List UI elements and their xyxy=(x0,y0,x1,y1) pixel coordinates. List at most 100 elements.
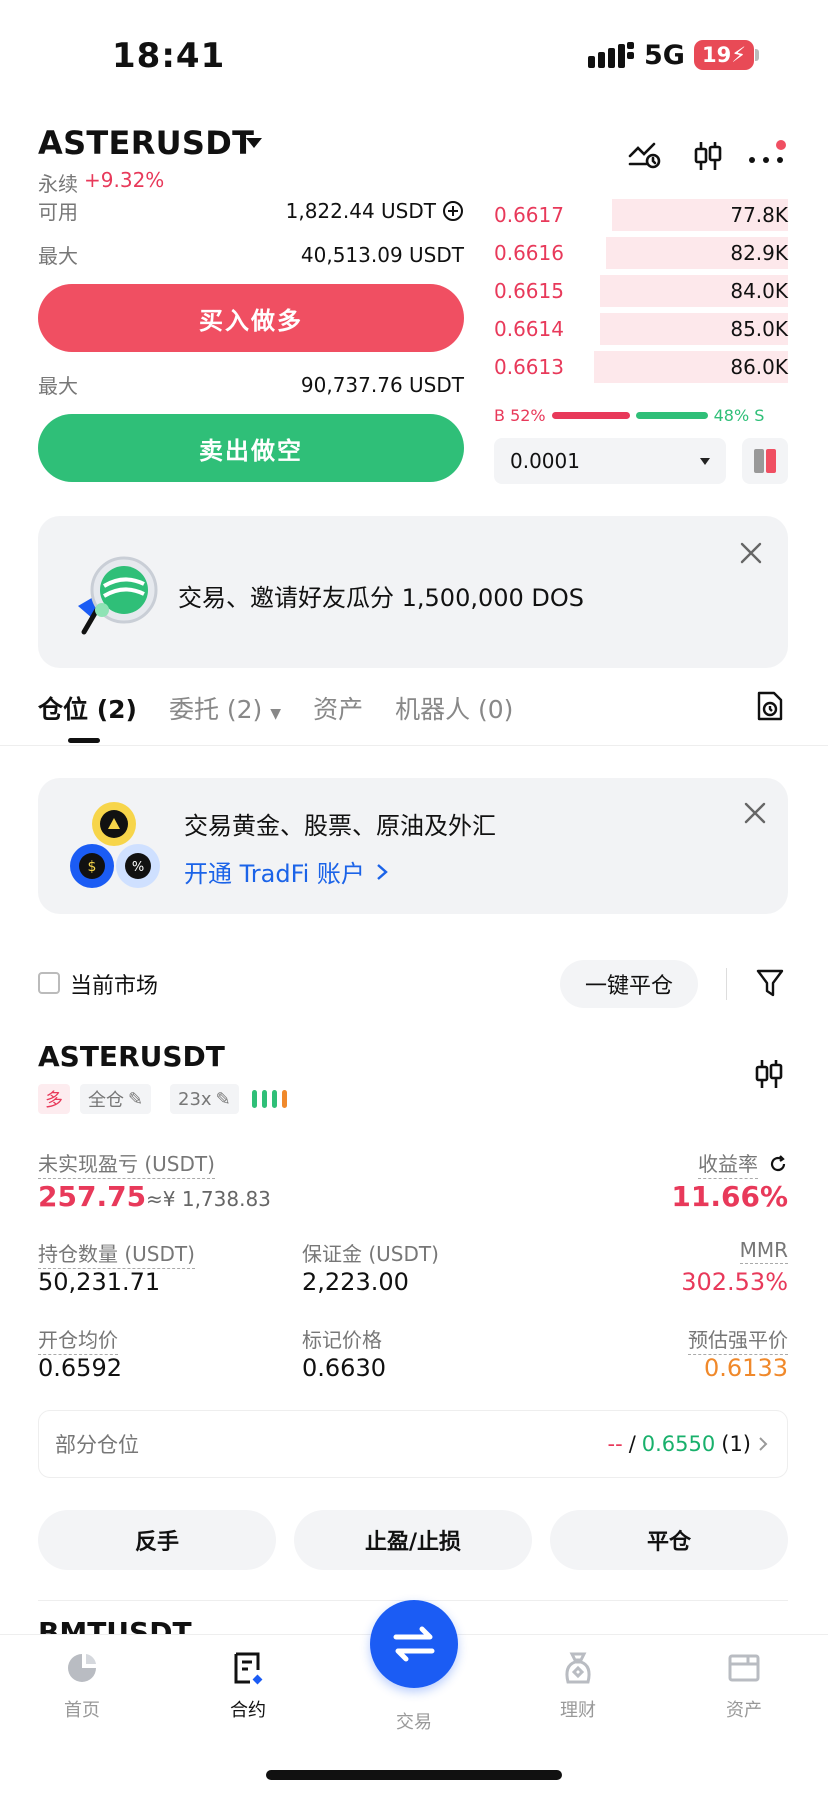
ask-price: 0.6615 xyxy=(494,279,564,303)
history-icon[interactable] xyxy=(756,690,784,722)
tpsl-button[interactable]: 止盈/止损 xyxy=(294,1510,532,1570)
orderbook-ask-row[interactable]: 0.6616 82.9K xyxy=(494,235,788,271)
symbol-selector[interactable]: ASTERUSDT xyxy=(38,124,254,162)
chevron-right-icon xyxy=(377,863,388,880)
orderbook-ask-row[interactable]: 0.6615 84.0K xyxy=(494,273,788,309)
mark-price-value: 0.6630 xyxy=(302,1354,386,1382)
symbol-subline: 永续 +9.32% xyxy=(38,168,164,197)
signal-icon xyxy=(588,42,634,68)
partial-position-label: 部分仓位 xyxy=(55,1433,139,1457)
layout-icon-right xyxy=(766,449,776,473)
liq-price-label[interactable]: 预估强平价 xyxy=(688,1324,788,1355)
ask-quantity: 85.0K xyxy=(730,317,788,341)
upnl-label[interactable]: 未实现盈亏 (USDT) xyxy=(38,1148,215,1179)
layout-icon-left xyxy=(754,449,764,473)
upnl-cny: ≈¥ 1,738.83 xyxy=(146,1187,271,1211)
roe-value: 11.66% xyxy=(671,1180,788,1213)
buy-long-button[interactable]: 买入做多 xyxy=(38,284,464,352)
ask-quantity: 84.0K xyxy=(730,279,788,303)
buy-ratio-label: B 52% xyxy=(494,405,546,425)
risk-level-indicator xyxy=(252,1090,287,1108)
status-time: 18:41 xyxy=(112,36,226,76)
more-icon[interactable] xyxy=(748,152,788,166)
margin-mode-badge[interactable]: 全仓 ✎ xyxy=(80,1084,152,1114)
precision-select[interactable]: 0.0001 xyxy=(494,438,726,484)
ask-price: 0.6614 xyxy=(494,317,564,341)
roe-label[interactable]: 收益率 xyxy=(698,1148,758,1179)
nav-trade-label[interactable]: 交易 xyxy=(364,1708,464,1734)
add-funds-icon[interactable] xyxy=(442,200,464,222)
orderbook-ask-row[interactable]: 0.6614 85.0K xyxy=(494,311,788,347)
mark-price-label: 标记价格 xyxy=(302,1328,382,1352)
tradfi-coins-icon: $ % xyxy=(68,800,164,896)
tabs-divider xyxy=(0,745,828,746)
tab-bots[interactable]: 机器人 (0) xyxy=(395,690,513,726)
leverage-badge[interactable]: 23x ✎ xyxy=(170,1084,239,1114)
partial-position-row[interactable]: 部分仓位 -- / 0.6550 (1) xyxy=(38,1410,788,1478)
promo-magnifier-icon xyxy=(72,548,164,640)
nav-contract[interactable]: 合约 xyxy=(198,1650,298,1722)
edit-icon: ✎ xyxy=(215,1088,231,1110)
close-icon[interactable] xyxy=(742,800,768,826)
filter-icon[interactable] xyxy=(756,968,784,998)
position-symbol[interactable]: ASTERUSDT xyxy=(38,1040,225,1073)
candlestick-chart-icon[interactable] xyxy=(754,1058,784,1090)
svg-text:%: % xyxy=(132,860,144,875)
ask-quantity: 82.9K xyxy=(730,241,788,265)
margin-label: 保证金 (USDT) xyxy=(302,1242,439,1266)
current-market-checkbox[interactable] xyxy=(38,972,60,994)
sell-short-button[interactable]: 卖出做空 xyxy=(38,414,464,482)
tradfi-title: 交易黄金、股票、原油及外汇 xyxy=(184,812,496,840)
sell-ratio-label: 48% S xyxy=(713,405,765,425)
orderbook-ask-row[interactable]: 0.6617 77.8K xyxy=(494,197,788,233)
close-icon[interactable] xyxy=(738,540,764,566)
ask-quantity: 86.0K xyxy=(730,355,788,379)
tab-orders[interactable]: 委托 (2) ▼ xyxy=(169,690,281,726)
max-sell-value: 90,737.76 USDT xyxy=(300,372,464,397)
max-buy-value: 40,513.09 USDT xyxy=(300,242,464,267)
nav-home[interactable]: 首页 xyxy=(32,1650,132,1722)
mmr-label[interactable]: MMR xyxy=(739,1238,788,1264)
available-row: 可用 1,822.44 USDT xyxy=(38,196,464,225)
available-value: 1,822.44 USDT xyxy=(285,198,436,223)
entry-price-label[interactable]: 开仓均价 xyxy=(38,1324,118,1355)
symbol-dropdown-icon[interactable] xyxy=(246,138,262,148)
buy-ratio-bar xyxy=(551,411,630,419)
edit-icon: ✎ xyxy=(128,1088,144,1110)
margin-value: 2,223.00 xyxy=(302,1268,409,1296)
contract-icon xyxy=(234,1652,263,1685)
filter-divider xyxy=(726,968,727,1000)
tab-positions[interactable]: 仓位 (2) xyxy=(38,690,137,726)
current-market-label: 当前市场 xyxy=(70,974,159,999)
svg-text:$: $ xyxy=(88,859,97,875)
buy-sell-ratio: B 52% 48% S xyxy=(494,404,788,426)
chevron-down-icon: ▼ xyxy=(270,706,282,722)
trade-fab-button[interactable] xyxy=(370,1600,458,1688)
close-position-button[interactable]: 平仓 xyxy=(550,1510,788,1570)
liq-price-value: 0.6133 xyxy=(704,1354,788,1382)
price-change: +9.32% xyxy=(84,168,165,192)
ask-price: 0.6616 xyxy=(494,241,564,265)
nav-finance[interactable]: 理财 xyxy=(528,1650,628,1722)
tab-assets[interactable]: 资产 xyxy=(313,690,363,726)
side-badge: 多 xyxy=(38,1084,70,1114)
size-value: 50,231.71 xyxy=(38,1268,161,1296)
open-tradfi-link[interactable]: 开通 TradFi 账户 xyxy=(184,854,389,889)
position-tabs: 仓位 (2) 委托 (2) ▼ 资产 机器人 (0) xyxy=(38,690,513,726)
orderbook-layout-button[interactable] xyxy=(742,438,788,484)
finance-icon xyxy=(565,1652,591,1684)
sell-ratio-bar xyxy=(635,411,708,419)
orderbook-ask-row[interactable]: 0.6613 86.0K xyxy=(494,349,788,385)
refresh-icon[interactable] xyxy=(768,1154,788,1174)
size-label[interactable]: 持仓数量 (USDT) xyxy=(38,1238,195,1269)
chevron-right-icon xyxy=(759,1437,768,1451)
price-alert-icon[interactable] xyxy=(628,140,662,170)
wallet-icon xyxy=(728,1654,760,1682)
nav-assets[interactable]: 资产 xyxy=(694,1650,794,1722)
close-all-button[interactable]: 一键平仓 xyxy=(560,960,698,1008)
reverse-button[interactable]: 反手 xyxy=(38,1510,276,1570)
ask-price: 0.6617 xyxy=(494,203,564,227)
chevron-down-icon xyxy=(700,457,710,465)
candlestick-chart-icon[interactable] xyxy=(692,140,724,172)
upnl-value: 257.75 xyxy=(38,1180,147,1213)
